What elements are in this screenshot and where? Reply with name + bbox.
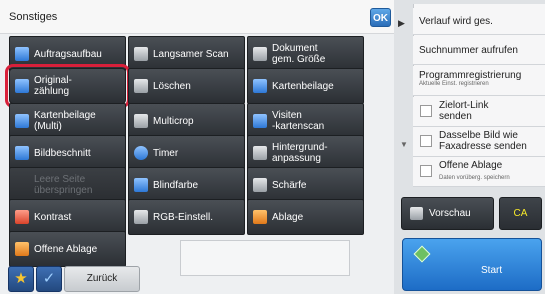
open-folder-icon bbox=[15, 242, 29, 256]
originalzaehlung-button[interactable]: Original- zählung bbox=[5, 64, 130, 108]
button-label: Kartenbeilage bbox=[272, 80, 334, 92]
start-diamond-icon bbox=[413, 245, 431, 263]
document-size-icon bbox=[253, 47, 267, 61]
button-label: Schärfe bbox=[272, 179, 307, 191]
clock-icon bbox=[134, 146, 148, 160]
erase-icon bbox=[134, 79, 148, 93]
button-label: Leere Seite überspringen bbox=[34, 174, 93, 196]
checkbox-icon[interactable] bbox=[420, 135, 432, 147]
favorite-star-icon[interactable]: ★ bbox=[8, 266, 34, 292]
same-image-fax-checkbox[interactable]: Dasselbe Bild wie Faxadresse senden bbox=[413, 127, 545, 157]
loeschen-button[interactable]: Löschen bbox=[128, 68, 245, 104]
collapse-toggle-icon[interactable]: ▶ bbox=[398, 18, 405, 29]
dropout-color-icon bbox=[134, 178, 148, 192]
empty-slot bbox=[180, 240, 350, 276]
checkbox-label: Zielort-Link senden bbox=[439, 100, 489, 122]
multicrop-button[interactable]: Multicrop bbox=[128, 103, 245, 139]
panel-title: Sonstiges bbox=[9, 11, 58, 23]
document-icon bbox=[134, 47, 148, 61]
start-label: Start bbox=[481, 265, 503, 276]
preview-label: Vorschau bbox=[429, 208, 471, 219]
rgb-einstell-button[interactable]: RGB-Einstell. bbox=[128, 199, 245, 235]
card-icon bbox=[253, 79, 267, 93]
blank-page-icon bbox=[15, 178, 29, 192]
button-label: Auftragsaufbau bbox=[34, 48, 102, 60]
button-label: Bildbeschnitt bbox=[34, 147, 91, 159]
blindfarbe-button[interactable]: Blindfarbe bbox=[128, 167, 245, 203]
settings-panel: Sonstiges OK Auftragsaufbau Langsamer Sc… bbox=[0, 0, 394, 294]
background-icon bbox=[253, 146, 267, 160]
checkbox-sublabel: Daten vorüberg. speichern bbox=[439, 175, 510, 181]
count-icon bbox=[15, 79, 29, 93]
timer-button[interactable]: Timer bbox=[128, 135, 245, 171]
dokument-groesse-button[interactable]: Dokument gem. Größe bbox=[247, 36, 364, 72]
checkbox-icon[interactable] bbox=[420, 165, 432, 177]
clear-all-button[interactable]: CA bbox=[499, 197, 542, 230]
button-label: Kartenbeilage (Multi) bbox=[34, 110, 96, 132]
checkbox-icon[interactable] bbox=[420, 105, 432, 117]
bildbeschnitt-button[interactable]: Bildbeschnitt bbox=[9, 135, 126, 171]
business-card-icon bbox=[253, 114, 267, 128]
contrast-icon bbox=[15, 210, 29, 224]
visitenkartenscan-button[interactable]: Visiten -kartenscan bbox=[247, 103, 364, 139]
offene-ablage-button[interactable]: Offene Ablage bbox=[9, 231, 126, 267]
folder-icon bbox=[15, 47, 29, 61]
ok-button[interactable]: OK bbox=[370, 8, 391, 27]
button-label: Original- zählung bbox=[34, 75, 72, 97]
program-label: Programmregistrierung bbox=[419, 70, 522, 81]
program-registration-item[interactable]: Programmregistrierung Aktuelle Einst. re… bbox=[413, 66, 545, 96]
start-button[interactable]: Start bbox=[402, 238, 542, 291]
back-button[interactable]: Zurück bbox=[64, 266, 140, 292]
button-label: Multicrop bbox=[153, 115, 194, 127]
ablage-button[interactable]: Ablage bbox=[247, 199, 364, 235]
preview-button[interactable]: Vorschau bbox=[401, 197, 494, 230]
button-label: Löschen bbox=[153, 80, 191, 92]
auftragsaufbau-button[interactable]: Auftragsaufbau bbox=[9, 36, 126, 72]
kontrast-button[interactable]: Kontrast bbox=[9, 199, 126, 235]
check-icon[interactable]: ✓ bbox=[36, 266, 62, 292]
history-item[interactable]: Verlauf wird ges. bbox=[413, 8, 545, 35]
button-label: Kontrast bbox=[34, 211, 72, 223]
kartenbeilage-multi-button[interactable]: Kartenbeilage (Multi) bbox=[9, 103, 126, 139]
button-label: Blindfarbe bbox=[153, 179, 199, 191]
hintergrundanpassung-button[interactable]: Hintergrund- anpassung bbox=[247, 135, 364, 171]
button-label: Dokument gem. Größe bbox=[272, 43, 326, 65]
folder-icon bbox=[253, 210, 267, 224]
panel-header: Sonstiges OK bbox=[0, 0, 394, 34]
button-label: Visiten -kartenscan bbox=[272, 110, 325, 132]
program-sublabel: Aktuelle Einst. registrieren bbox=[419, 81, 489, 87]
button-label: Langsamer Scan bbox=[153, 48, 229, 60]
langsamer-scan-button[interactable]: Langsamer Scan bbox=[128, 36, 245, 72]
multi-card-icon bbox=[15, 114, 29, 128]
checkbox-label: Dasselbe Bild wie Faxadresse senden bbox=[439, 130, 527, 152]
preview-icon bbox=[410, 207, 423, 220]
offene-ablage-checkbox[interactable]: Offene Ablage Daten vorüberg. speichern bbox=[413, 157, 545, 187]
crop-image-icon bbox=[15, 146, 29, 160]
search-number-item[interactable]: Suchnummer aufrufen bbox=[413, 36, 545, 65]
schaerfe-button[interactable]: Schärfe bbox=[247, 167, 364, 203]
button-label: Hintergrund- anpassung bbox=[272, 142, 328, 164]
checkbox-label-wrap: Offene Ablage Daten vorüberg. speichern bbox=[439, 160, 510, 184]
button-label: RGB-Einstell. bbox=[153, 211, 214, 223]
kartenbeilage-button[interactable]: Kartenbeilage bbox=[247, 68, 364, 104]
leere-seite-button: Leere Seite überspringen bbox=[9, 167, 126, 203]
zielort-link-checkbox[interactable]: Zielort-Link senden bbox=[413, 97, 545, 127]
rgb-icon bbox=[134, 210, 148, 224]
button-label: Offene Ablage bbox=[34, 243, 98, 255]
button-label: Ablage bbox=[272, 211, 304, 223]
button-label: Timer bbox=[153, 147, 179, 159]
checkbox-label: Offene Ablage bbox=[439, 160, 503, 171]
crop-icon bbox=[134, 114, 148, 128]
scroll-down-icon[interactable]: ▼ bbox=[397, 140, 411, 150]
sharpness-icon bbox=[253, 178, 267, 192]
